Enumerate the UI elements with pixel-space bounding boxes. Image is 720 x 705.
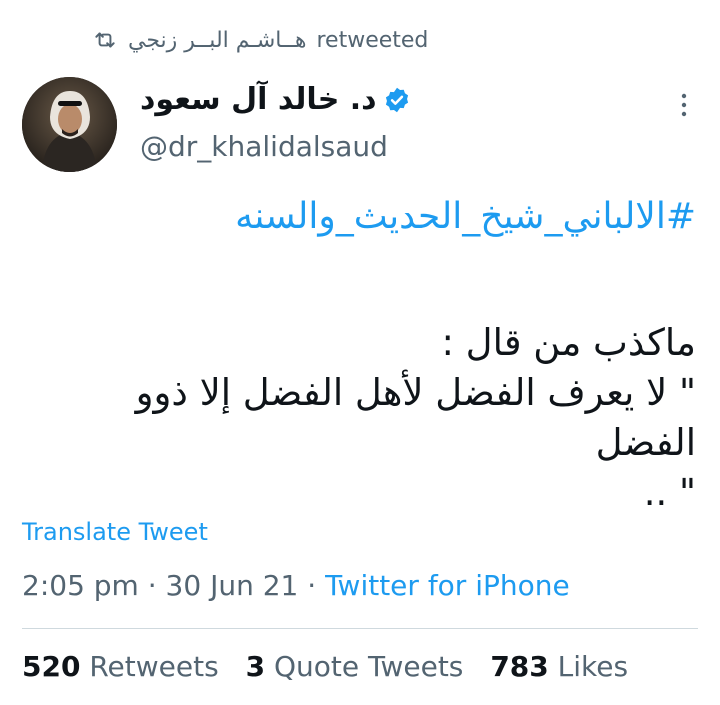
- hashtag-link[interactable]: #الالباني_شيخ_الحديث_والسنه: [235, 196, 696, 237]
- retweet-user-name[interactable]: هــاشـم البــر زنجي: [128, 28, 306, 53]
- tweet-metadata: 2:05 pm · 30 Jun 21 · Twitter for iPhone: [22, 569, 570, 602]
- display-name-text: د. خالد آل سعود: [140, 82, 377, 117]
- retweet-label: retweeted: [316, 27, 429, 53]
- author-handle[interactable]: @dr_khalidalsaud: [140, 130, 388, 163]
- author-display-name[interactable]: د. خالد آل سعود: [140, 82, 411, 117]
- tweet-time[interactable]: 2:05 pm: [22, 569, 139, 602]
- retweets-count: 520: [22, 650, 81, 683]
- more-options-icon[interactable]: [676, 92, 692, 118]
- tweet-source-link[interactable]: Twitter for iPhone: [325, 569, 570, 602]
- verified-badge-icon: [385, 87, 408, 112]
- likes-stat[interactable]: 783 Likes: [490, 650, 628, 683]
- retweets-stat[interactable]: 520 Retweets: [22, 650, 219, 683]
- tweet-line-1: ماكذب من قال :: [441, 321, 696, 364]
- tweet-line-2: " لا يعرف الفضل لأهل الفضل إلا ذوو الفضل: [135, 371, 696, 464]
- meta-separator: ·: [147, 569, 157, 602]
- retweet-icon: [95, 32, 115, 48]
- avatar[interactable]: [22, 77, 117, 172]
- quote-tweets-count: 3: [245, 650, 266, 683]
- likes-count: 783: [490, 650, 549, 683]
- divider: [22, 628, 698, 629]
- quote-tweets-stat[interactable]: 3 Quote Tweets: [246, 650, 464, 683]
- quote-tweets-label: Quote Tweets: [273, 650, 464, 683]
- tweet-date[interactable]: 30 Jun 21: [166, 569, 299, 602]
- tweet-text: ماكذب من قال : " لا يعرف الفضل لأهل الفض…: [36, 318, 696, 518]
- tweet-line-3: " ..: [643, 471, 696, 514]
- meta-separator: ·: [307, 569, 317, 602]
- engagement-stats: 520 Retweets 3 Quote Tweets 783 Likes: [22, 650, 628, 683]
- likes-label: Likes: [557, 650, 629, 683]
- retweet-context[interactable]: هــاشـم البــر زنجي retweeted: [92, 24, 428, 56]
- retweets-label: Retweets: [89, 650, 219, 683]
- translate-tweet-link[interactable]: Translate Tweet: [22, 518, 208, 546]
